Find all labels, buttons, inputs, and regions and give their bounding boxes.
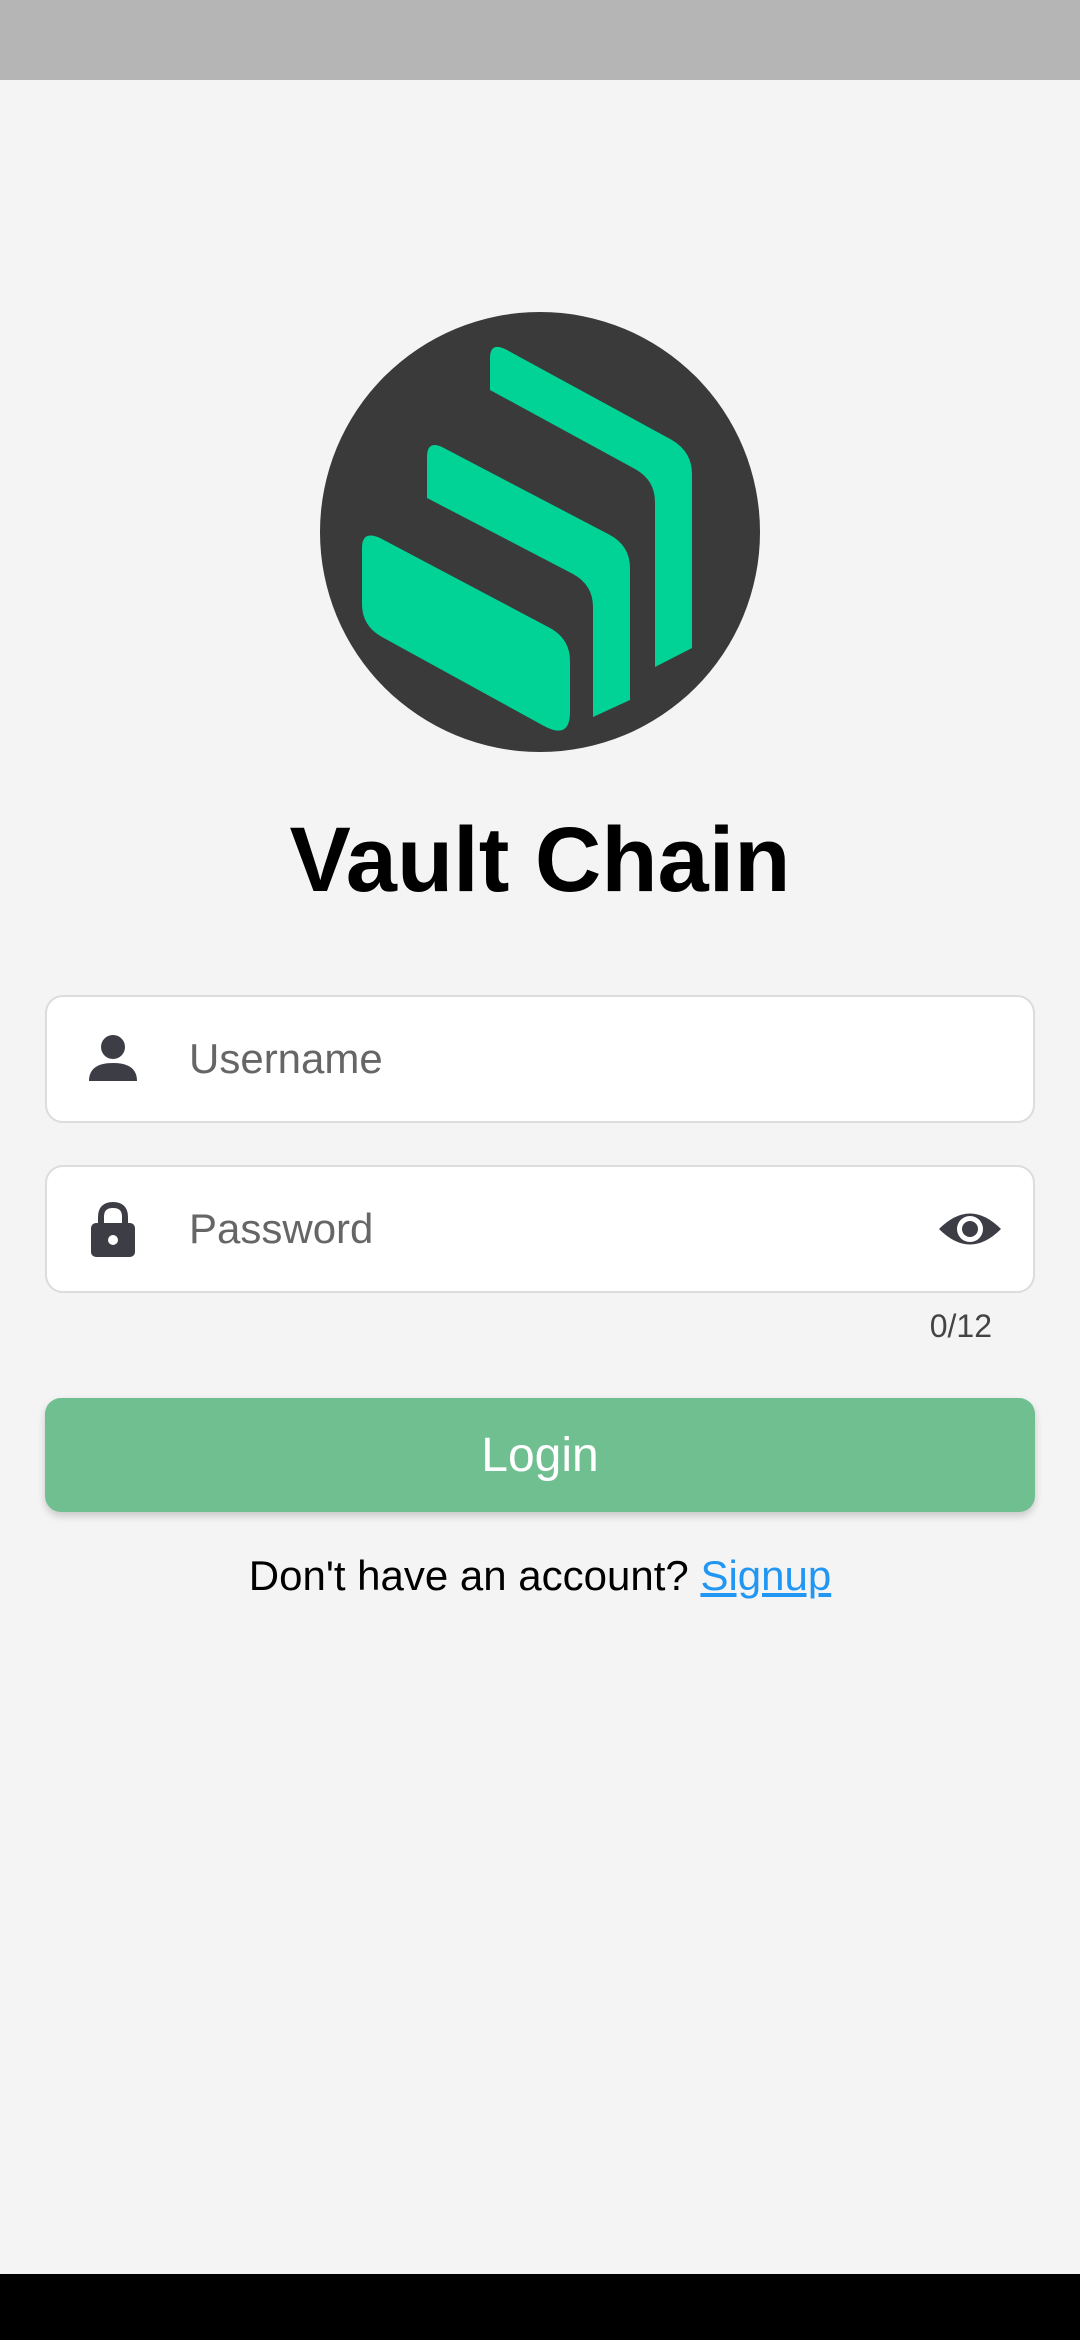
signup-prompt: Don't have an account? (248, 1552, 689, 1599)
password-length-counter: 0/12 (929, 1308, 992, 1344)
login-button[interactable]: Login (45, 1398, 1035, 1512)
password-field[interactable] (45, 1165, 1035, 1293)
signup-row: Don't have an account? Signup (0, 1548, 1080, 1604)
navigation-bar (0, 2274, 1080, 2340)
eye-icon[interactable] (937, 1196, 1003, 1262)
username-input[interactable] (189, 997, 949, 1121)
person-icon (85, 1031, 141, 1087)
lock-icon (85, 1201, 141, 1257)
app-title: Vault Chain (289, 809, 791, 911)
app-logo (320, 312, 760, 752)
signup-link[interactable]: Signup (700, 1552, 831, 1599)
status-bar (0, 0, 1080, 80)
password-input[interactable] (189, 1167, 949, 1291)
username-field[interactable] (45, 995, 1035, 1123)
